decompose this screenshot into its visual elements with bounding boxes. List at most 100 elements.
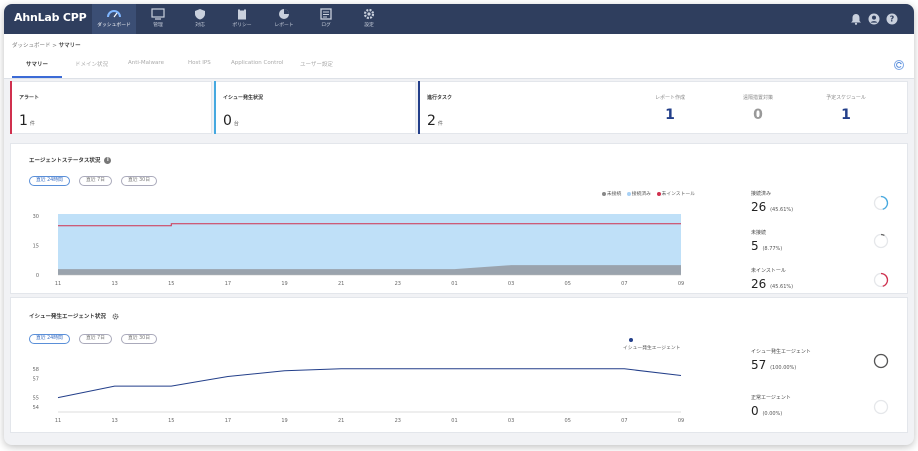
alert-count: 1件: [19, 113, 35, 129]
legend-label: イシュー発生エージェント: [623, 346, 681, 351]
stat-label: レポート作成: [654, 95, 685, 101]
x-tick-label: 11: [55, 418, 61, 424]
stat-percent: (0.00%): [762, 411, 783, 417]
period-7d-button[interactable]: 直近 7日: [79, 176, 112, 186]
disconnected-ring-icon: [873, 233, 889, 249]
shield-icon: [195, 9, 205, 20]
legend-label: 未インストール: [661, 192, 695, 197]
issue-accent-bar: [214, 81, 216, 134]
nav-policy[interactable]: ポリシー: [220, 4, 264, 34]
x-tick-label: 15: [168, 281, 174, 287]
ring-fill: [873, 353, 889, 369]
pie-chart-icon: [279, 9, 289, 19]
breadcrumb-separator: >: [52, 43, 57, 49]
user-icon[interactable]: [868, 13, 880, 25]
tab-anti-malware[interactable]: Anti-Malware: [128, 60, 164, 66]
issue-agent-panel: イシュー発生エージェント状況 直近 24時間 直近 7日 直近 30日 イシュー…: [10, 297, 908, 433]
stat-percent: (45.61%): [770, 284, 794, 290]
x-tick-label: 17: [225, 418, 231, 424]
breadcrumb-and-tabs: ダッシュボード > サマリー サマリー ドメイン状況 Anti-Malware …: [4, 34, 914, 79]
nav-dashboard[interactable]: ダッシュボード: [92, 4, 136, 34]
tab-domain-status[interactable]: ドメイン状況: [75, 60, 108, 68]
period-30d-button[interactable]: 直近 30日: [121, 176, 158, 186]
period-7d-button[interactable]: 直近 7日: [79, 334, 112, 344]
issue-agent-chart: 54 55 57 58 11 13 15 17 19 21 23 01 03 05 07 09: [33, 367, 685, 424]
nav-label: レポート: [274, 23, 294, 28]
task-value: 2: [427, 113, 436, 129]
stat-number: 26: [751, 200, 767, 214]
svg-text:?: ?: [890, 15, 895, 24]
x-tick-label: 01: [451, 281, 457, 287]
y-tick-label: 58: [33, 367, 39, 373]
x-tick-label: 21: [338, 281, 344, 287]
monitor-icon: [151, 8, 165, 20]
ring-fill: [880, 272, 889, 287]
alert-accent-bar: [10, 81, 12, 134]
bell-icon[interactable]: [850, 13, 862, 25]
nav-log[interactable]: ログ: [304, 4, 348, 34]
stat-value: 57 (100.00%): [751, 358, 796, 372]
tab-user-settings[interactable]: ユーザー設定: [300, 60, 333, 68]
nav-label: 管理: [153, 23, 163, 28]
agent-status-chart: 0 15 30 11 13 15 17 19 21 23 01 03 05 07 09: [33, 214, 685, 287]
ring-fill: [880, 233, 885, 237]
ring-track: [873, 233, 889, 249]
issue-agent-legend: イシュー発生エージェント: [623, 338, 703, 351]
x-tick-label: 03: [508, 418, 514, 424]
tab-host-ips[interactable]: Host IPS: [188, 60, 211, 66]
nav-manage[interactable]: 管理: [136, 4, 180, 34]
stat-number: 57: [751, 358, 767, 372]
stat-value: 1: [665, 107, 675, 123]
ring-track: [873, 399, 889, 415]
tab-application-control[interactable]: Application Control: [231, 60, 283, 66]
connected-ring-icon: [873, 195, 889, 211]
info-icon[interactable]: i: [104, 157, 112, 164]
help-icon[interactable]: ?: [886, 13, 898, 25]
agent-status-title-text: エージェントステータス状況: [29, 158, 101, 164]
stat-value: 26 (45.61%): [751, 200, 793, 214]
breadcrumb-current: サマリー: [58, 43, 81, 49]
stat-number: 5: [751, 239, 759, 253]
period-24h-button[interactable]: 直近 24時間: [29, 176, 70, 186]
ring-fill: [880, 195, 889, 210]
nav-respond[interactable]: 対応: [178, 4, 222, 34]
nav-settings[interactable]: 設定: [347, 4, 391, 34]
stat-remote-action[interactable]: 遠隔措置対策 0: [713, 94, 803, 123]
issue-count: 0台: [223, 113, 239, 129]
x-tick-label: 19: [281, 418, 287, 424]
legend-label: 接続済み: [631, 192, 651, 197]
breadcrumb-root[interactable]: ダッシュボード: [12, 43, 51, 49]
period-24h-button[interactable]: 直近 24時間: [29, 334, 70, 344]
tab-summary[interactable]: サマリー: [26, 60, 48, 68]
active-tab-indicator: [12, 76, 62, 78]
issue-agent-ring-icon: [873, 353, 889, 369]
alert-card[interactable]: アラート 1件: [10, 81, 212, 134]
period-30d-button[interactable]: 直近 30日: [121, 334, 158, 344]
not-installed-ring-icon: [873, 272, 889, 288]
refresh-icon[interactable]: [894, 60, 904, 70]
stat-value: 0 (0.00%): [751, 404, 782, 418]
stat-value: 0: [753, 107, 763, 123]
stat-number: 0: [751, 404, 759, 418]
x-tick-label: 19: [281, 281, 287, 287]
x-tick-label: 09: [678, 281, 684, 287]
x-tick-label: 05: [565, 281, 571, 287]
stat-percent: (8.77%): [762, 246, 783, 252]
stat-report-created[interactable]: レポート作成 1: [625, 94, 715, 123]
stat-label: 予定スケジュール: [826, 95, 866, 101]
dashboard-icon: [107, 10, 121, 18]
issue-status-card[interactable]: イシュー発生状況 0台: [214, 81, 416, 134]
x-tick-label: 23: [395, 418, 401, 424]
clipboard-icon: [238, 8, 246, 20]
top-navigation-bar: AhnLab CPP ダッシュボード 管理 対応 ポリシー レポート ログ 設定…: [4, 4, 914, 34]
issue-title: イシュー発生状況: [223, 95, 264, 101]
stat-scheduled[interactable]: 予定スケジュール 1: [801, 94, 891, 123]
stat-label: 遠隔措置対策: [742, 95, 773, 101]
y-tick-label: 55: [33, 396, 39, 402]
nav-report[interactable]: レポート: [262, 4, 306, 34]
alert-unit: 件: [29, 121, 35, 127]
app-logo: AhnLab CPP: [14, 11, 87, 24]
settings-icon[interactable]: [112, 313, 119, 320]
stat-label: 未接続: [751, 230, 767, 236]
y-tick-label: 57: [33, 376, 39, 382]
